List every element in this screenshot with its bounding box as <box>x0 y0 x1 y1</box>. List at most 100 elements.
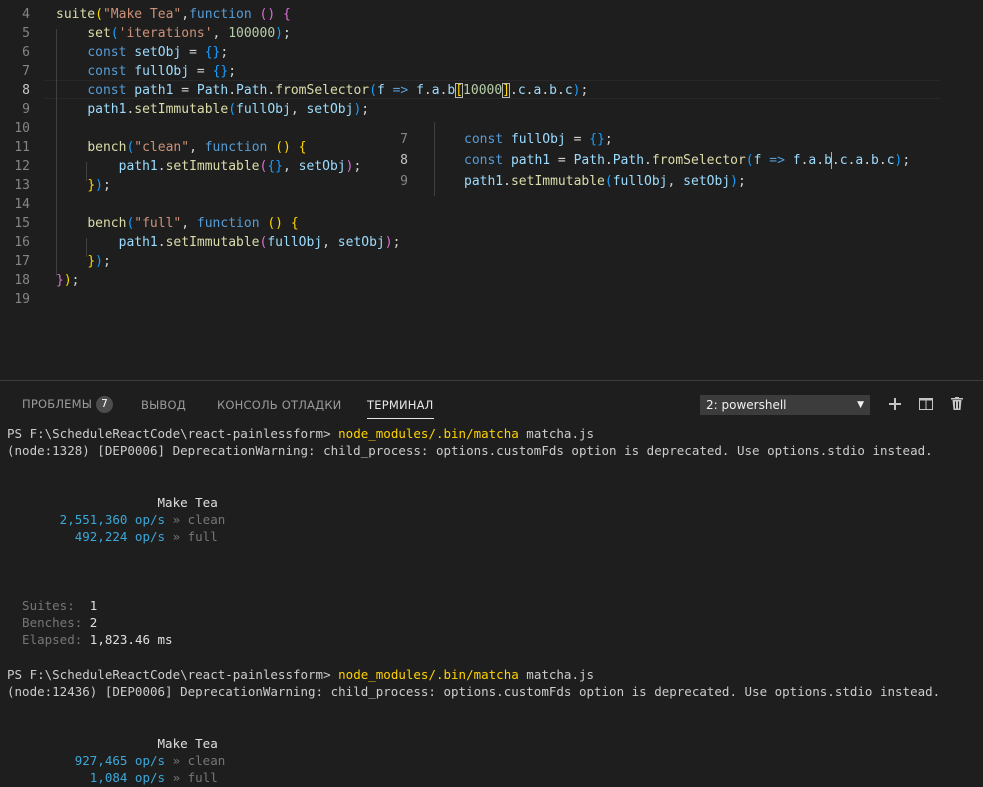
terminal-text: 1,823.46 ms <box>89 632 173 648</box>
terminal-line: Make Tea <box>7 494 218 512</box>
terminal-line: (node:12436) [DEP0006] DeprecationWarnin… <box>7 683 940 701</box>
code-token: ; <box>902 153 911 168</box>
line-number: 11 <box>14 140 30 155</box>
terminal-line: 492,224 op/s » full <box>7 528 218 546</box>
code-token: Path <box>236 83 268 98</box>
code-token: . <box>556 83 565 98</box>
code-token: . <box>541 83 550 98</box>
code-token: ; <box>283 26 291 41</box>
shell-select-value: 2: powershell <box>706 398 787 412</box>
code-token: setObj <box>306 102 354 117</box>
code-token: function <box>189 7 252 22</box>
line-number: 4 <box>22 7 30 22</box>
code-token: , <box>283 159 299 174</box>
peek-preview: 7 const fullObj = {}; 8 const path1 = Path.… <box>388 122 928 196</box>
code-token: . <box>604 153 613 168</box>
terminal-text: » clean <box>165 512 226 527</box>
code-line[interactable]: 8 const path1 = Path.Path.fromSelector(f… <box>0 81 983 100</box>
code-line[interactable]: 15 bench("full", function () { <box>0 214 983 233</box>
code-token: ) <box>95 254 103 269</box>
line-number: 19 <box>14 292 30 307</box>
code-line[interactable]: 6 const setObj = {}; <box>0 43 983 62</box>
line-code: bench("full", function () { <box>56 214 298 233</box>
terminal-text: Make Tea <box>7 494 218 510</box>
line-number: 12 <box>14 159 30 174</box>
code-token: , <box>181 216 197 231</box>
line-code: }); <box>56 176 111 195</box>
code-line[interactable]: 9 path1.setImmutable(fullObj, setObj); <box>0 100 983 119</box>
code-token: f <box>792 153 801 168</box>
line-code: }); <box>56 252 110 271</box>
line-number: 7 <box>22 64 30 79</box>
plus-icon[interactable] <box>885 395 905 415</box>
tab-terminal[interactable]: ТЕРМИНАЛ <box>367 398 434 419</box>
terminal-line: Benches: 2 <box>7 614 97 632</box>
code-token: . <box>157 235 166 250</box>
line-number: 8 <box>22 83 30 98</box>
code-token: . <box>423 83 432 98</box>
code-line[interactable]: 17 }); <box>0 252 983 271</box>
code-token: path1 <box>118 235 158 250</box>
terminal-text: (node:12436) [DEP0006] DeprecationWarnin… <box>7 684 941 699</box>
code-line[interactable]: 19 <box>0 290 983 309</box>
terminal-text: 2 <box>89 615 98 631</box>
code-token: ) <box>730 174 738 189</box>
bottom-panel: ПРОБЛЕМЫ 7 ВЫВОД КОНСОЛЬ ОТЛАДКИ ТЕРМИНАЛ… <box>0 380 983 785</box>
code-token: ( <box>604 174 613 189</box>
code-token: ; <box>71 273 80 288</box>
code-line[interactable]: 16 path1.setImmutable(fullObj, setObj); <box>0 233 983 252</box>
code-line[interactable]: 4 suite("Make Tea",function () { <box>0 5 983 24</box>
code-line[interactable]: 5 set('iterations', 100000); <box>0 24 983 43</box>
line-code: set('iterations', 100000); <box>56 24 291 43</box>
code-line[interactable]: 7 const fullObj = {}; <box>0 62 983 81</box>
code-token: . <box>863 153 872 168</box>
tab-problems[interactable]: ПРОБЛЕМЫ 7 <box>22 396 114 413</box>
code-token: c <box>517 83 526 98</box>
tab-output[interactable]: ВЫВОД <box>141 398 186 412</box>
code-token: ; <box>102 178 111 193</box>
line-number: 17 <box>14 254 30 269</box>
code-token: ; <box>737 174 746 189</box>
terminal-output[interactable]: PS F:\ScheduleReactCode\react-painlessfo… <box>0 421 983 785</box>
code-editor[interactable]: 4 suite("Make Tea",function () {5 set('it… <box>0 0 983 380</box>
code-token: () <box>259 7 276 22</box>
panel-tabs: ПРОБЛЕМЫ 7 ВЫВОД КОНСОЛЬ ОТЛАДКИ ТЕРМИНАЛ… <box>0 381 983 425</box>
code-token: . <box>644 153 652 168</box>
peek-line: 9 path1.setImmutable(fullObj, setObj); <box>388 172 928 191</box>
code-token: = <box>189 64 213 79</box>
code-token: ( <box>369 83 377 98</box>
code-token: 100000 <box>228 26 276 41</box>
line-number: 14 <box>14 197 30 212</box>
code-token: . <box>816 153 825 168</box>
code-token: Path <box>612 153 645 168</box>
tab-debug-console[interactable]: КОНСОЛЬ ОТЛАДКИ <box>217 398 341 412</box>
code-token: () <box>267 216 284 231</box>
terminal-text: 1,084 op/s <box>7 770 166 785</box>
code-token: = <box>565 132 590 147</box>
code-token: ] <box>502 83 511 98</box>
terminal-line: PS F:\ScheduleReactCode\react-painlessfo… <box>7 666 594 684</box>
terminal-text: 927,465 op/s <box>7 752 166 768</box>
code-token: fromSelector <box>651 153 746 168</box>
split-icon[interactable] <box>916 395 936 415</box>
code-token: , <box>322 235 338 250</box>
code-token: f <box>376 83 385 98</box>
code-token: bench <box>87 140 127 155</box>
trash-icon[interactable] <box>947 395 967 415</box>
code-line[interactable]: 14 <box>0 195 983 214</box>
terminal-text: PS F:\ScheduleReactCode\react-painlessfo… <box>7 666 339 682</box>
code-token: ( <box>110 26 119 41</box>
terminal-shell-select[interactable]: 2: powershell ▼ <box>700 395 870 415</box>
code-token: fullObj <box>612 174 668 189</box>
code-token: = <box>181 45 205 60</box>
code-line[interactable]: 18}); <box>0 271 983 290</box>
code-token: { <box>298 140 307 155</box>
terminal-text: 2,551,360 op/s <box>7 512 166 527</box>
